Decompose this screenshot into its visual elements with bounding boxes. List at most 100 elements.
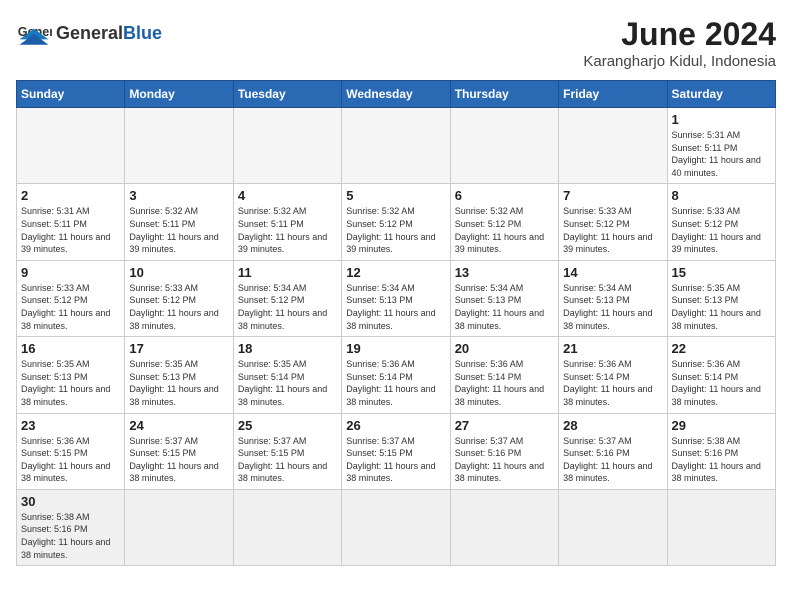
- day-info: Sunrise: 5:34 AM Sunset: 5:13 PM Dayligh…: [563, 282, 662, 332]
- day-info: Sunrise: 5:36 AM Sunset: 5:15 PM Dayligh…: [21, 435, 120, 485]
- header-monday: Monday: [125, 81, 233, 108]
- calendar-cell: 15Sunrise: 5:35 AM Sunset: 5:13 PM Dayli…: [667, 260, 775, 336]
- calendar-cell: 20Sunrise: 5:36 AM Sunset: 5:14 PM Dayli…: [450, 337, 558, 413]
- day-info: Sunrise: 5:35 AM Sunset: 5:13 PM Dayligh…: [21, 358, 120, 408]
- calendar-header-row: SundayMondayTuesdayWednesdayThursdayFrid…: [17, 81, 776, 108]
- day-info: Sunrise: 5:38 AM Sunset: 5:16 PM Dayligh…: [21, 511, 120, 561]
- calendar-cell: [450, 108, 558, 184]
- calendar-cell: [233, 108, 341, 184]
- calendar-cell: 17 Sunrise: 5:35 AM Sunset: 5:13 PM Dayli…: [125, 337, 233, 413]
- calendar-cell: 3Sunrise: 5:32 AM Sunset: 5:11 PM Daylig…: [125, 184, 233, 260]
- logo-icon: General: [16, 16, 52, 52]
- calendar-week-2: 9Sunrise: 5:33 AM Sunset: 5:12 PM Daylig…: [17, 260, 776, 336]
- calendar-cell: 12 Sunrise: 5:34 AM Sunset: 5:13 PM Dayli…: [342, 260, 450, 336]
- header-sunday: Sunday: [17, 81, 125, 108]
- calendar-cell: [559, 489, 667, 565]
- day-info: Sunrise: 5:33 AM Sunset: 5:12 PM Dayligh…: [672, 205, 771, 255]
- month-title: June 2024: [583, 16, 776, 53]
- calendar-cell: 13 Sunrise: 5:34 AM Sunset: 5:13 PM Dayli…: [450, 260, 558, 336]
- day-info: Sunrise: 5:35 AM Sunset: 5:13 PM Dayligh…: [129, 358, 228, 408]
- day-number: 11: [238, 265, 337, 280]
- day-info: Sunrise: 5:35 AM Sunset: 5:13 PM Dayligh…: [672, 282, 771, 332]
- day-info: Sunrise: 5:33 AM Sunset: 5:12 PM Dayligh…: [21, 282, 120, 332]
- calendar-cell: 26 Sunrise: 5:37 AM Sunset: 5:15 PM Dayli…: [342, 413, 450, 489]
- day-info: Sunrise: 5:35 AM Sunset: 5:14 PM Dayligh…: [238, 358, 337, 408]
- calendar-cell: [125, 108, 233, 184]
- day-number: 27: [455, 418, 554, 433]
- calendar-cell: 22Sunrise: 5:36 AM Sunset: 5:14 PM Dayli…: [667, 337, 775, 413]
- calendar-cell: 29Sunrise: 5:38 AM Sunset: 5:16 PM Dayli…: [667, 413, 775, 489]
- day-number: 28: [563, 418, 662, 433]
- day-number: 16: [21, 341, 120, 356]
- logo-text: GeneralBlue: [56, 24, 162, 44]
- day-number: 26: [346, 418, 445, 433]
- day-number: 2: [21, 188, 120, 203]
- day-info: Sunrise: 5:34 AM Sunset: 5:13 PM Dayligh…: [346, 282, 445, 332]
- calendar-week-3: 16 Sunrise: 5:35 AM Sunset: 5:13 PM Dayli…: [17, 337, 776, 413]
- day-info: Sunrise: 5:32 AM Sunset: 5:12 PM Dayligh…: [346, 205, 445, 255]
- calendar-cell: 28 Sunrise: 5:37 AM Sunset: 5:16 PM Dayli…: [559, 413, 667, 489]
- day-info: Sunrise: 5:37 AM Sunset: 5:16 PM Dayligh…: [563, 435, 662, 485]
- day-number: 1: [672, 112, 771, 127]
- header-saturday: Saturday: [667, 81, 775, 108]
- calendar-cell: 1 Sunrise: 5:31 AM Sunset: 5:11 PM Daylig…: [667, 108, 775, 184]
- day-info: Sunrise: 5:32 AM Sunset: 5:11 PM Dayligh…: [238, 205, 337, 255]
- day-number: 23: [21, 418, 120, 433]
- day-number: 19: [346, 341, 445, 356]
- logo: General GeneralBlue: [16, 16, 162, 52]
- calendar-cell: 5 Sunrise: 5:32 AM Sunset: 5:12 PM Daylig…: [342, 184, 450, 260]
- day-number: 3: [129, 188, 228, 203]
- day-info: Sunrise: 5:36 AM Sunset: 5:14 PM Dayligh…: [672, 358, 771, 408]
- location: Karangharjo Kidul, Indonesia: [583, 53, 776, 70]
- calendar-cell: 8 Sunrise: 5:33 AM Sunset: 5:12 PM Daylig…: [667, 184, 775, 260]
- day-number: 5: [346, 188, 445, 203]
- header-wednesday: Wednesday: [342, 81, 450, 108]
- calendar-cell: [342, 108, 450, 184]
- day-number: 13: [455, 265, 554, 280]
- day-number: 7: [563, 188, 662, 203]
- calendar-week-0: 1 Sunrise: 5:31 AM Sunset: 5:11 PM Daylig…: [17, 108, 776, 184]
- header-friday: Friday: [559, 81, 667, 108]
- day-number: 10: [129, 265, 228, 280]
- calendar-cell: 27 Sunrise: 5:37 AM Sunset: 5:16 PM Dayli…: [450, 413, 558, 489]
- calendar-cell: 9Sunrise: 5:33 AM Sunset: 5:12 PM Daylig…: [17, 260, 125, 336]
- calendar-cell: 25Sunrise: 5:37 AM Sunset: 5:15 PM Dayli…: [233, 413, 341, 489]
- calendar-cell: 7 Sunrise: 5:33 AM Sunset: 5:12 PM Daylig…: [559, 184, 667, 260]
- day-number: 29: [672, 418, 771, 433]
- day-number: 8: [672, 188, 771, 203]
- day-info: Sunrise: 5:31 AM Sunset: 5:11 PM Dayligh…: [21, 205, 120, 255]
- page-header: General GeneralBlue June 2024 Karangharj…: [16, 16, 776, 70]
- day-info: Sunrise: 5:36 AM Sunset: 5:14 PM Dayligh…: [563, 358, 662, 408]
- day-info: Sunrise: 5:33 AM Sunset: 5:12 PM Dayligh…: [129, 282, 228, 332]
- header-thursday: Thursday: [450, 81, 558, 108]
- day-number: 12: [346, 265, 445, 280]
- calendar-cell: 18 Sunrise: 5:35 AM Sunset: 5:14 PM Dayli…: [233, 337, 341, 413]
- day-info: Sunrise: 5:33 AM Sunset: 5:12 PM Dayligh…: [563, 205, 662, 255]
- calendar-cell: 19Sunrise: 5:36 AM Sunset: 5:14 PM Dayli…: [342, 337, 450, 413]
- day-number: 4: [238, 188, 337, 203]
- day-info: Sunrise: 5:32 AM Sunset: 5:12 PM Dayligh…: [455, 205, 554, 255]
- day-info: Sunrise: 5:34 AM Sunset: 5:13 PM Dayligh…: [455, 282, 554, 332]
- calendar-cell: [342, 489, 450, 565]
- day-number: 24: [129, 418, 228, 433]
- calendar-cell: 30Sunrise: 5:38 AM Sunset: 5:16 PM Dayli…: [17, 489, 125, 565]
- calendar-cell: 6 Sunrise: 5:32 AM Sunset: 5:12 PM Daylig…: [450, 184, 558, 260]
- day-number: 6: [455, 188, 554, 203]
- day-info: Sunrise: 5:34 AM Sunset: 5:12 PM Dayligh…: [238, 282, 337, 332]
- calendar-cell: [17, 108, 125, 184]
- day-info: Sunrise: 5:31 AM Sunset: 5:11 PM Dayligh…: [672, 129, 771, 179]
- day-info: Sunrise: 5:37 AM Sunset: 5:15 PM Dayligh…: [346, 435, 445, 485]
- day-number: 17: [129, 341, 228, 356]
- calendar-cell: [125, 489, 233, 565]
- day-info: Sunrise: 5:36 AM Sunset: 5:14 PM Dayligh…: [455, 358, 554, 408]
- calendar-cell: [450, 489, 558, 565]
- day-info: Sunrise: 5:37 AM Sunset: 5:15 PM Dayligh…: [238, 435, 337, 485]
- calendar-cell: [233, 489, 341, 565]
- calendar-cell: 24 Sunrise: 5:37 AM Sunset: 5:15 PM Dayli…: [125, 413, 233, 489]
- calendar-cell: 14Sunrise: 5:34 AM Sunset: 5:13 PM Dayli…: [559, 260, 667, 336]
- day-info: Sunrise: 5:37 AM Sunset: 5:15 PM Dayligh…: [129, 435, 228, 485]
- day-number: 18: [238, 341, 337, 356]
- calendar-cell: [667, 489, 775, 565]
- day-info: Sunrise: 5:37 AM Sunset: 5:16 PM Dayligh…: [455, 435, 554, 485]
- calendar-cell: 10 Sunrise: 5:33 AM Sunset: 5:12 PM Dayli…: [125, 260, 233, 336]
